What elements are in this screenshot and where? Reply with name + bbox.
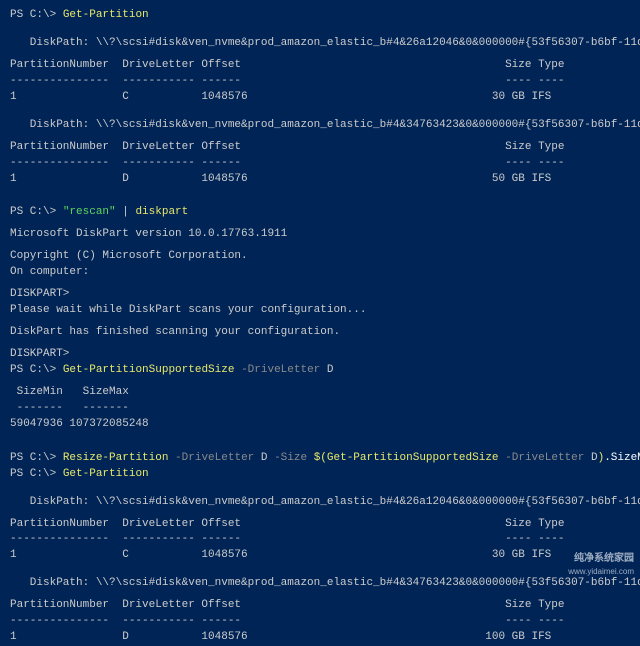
diskpath-1b: DiskPath: \\?\scsi#disk&ven_nvme&prod_am… xyxy=(10,495,630,511)
partition-row: 1 C 1048576 30 GB IFS xyxy=(10,548,630,564)
ps-prompt: PS C:\> xyxy=(10,9,56,21)
prompt-line-2: PS C:\> "rescan" | diskpart xyxy=(10,205,630,221)
diskpath-1: DiskPath: \\?\scsi#disk&ven_nvme&prod_am… xyxy=(10,36,630,52)
diskpart-copyright: Copyright (C) Microsoft Corporation. xyxy=(10,249,630,265)
diskpart-scan-done: DiskPart has finished scanning your conf… xyxy=(10,325,630,341)
diskpart-version: Microsoft DiskPart version 10.0.17763.19… xyxy=(10,227,630,243)
partition-header: PartitionNumber DriveLetter Offset Size … xyxy=(10,140,630,156)
diskpart-scan-wait: Please wait while DiskPart scans your co… xyxy=(10,303,630,319)
partition-sep: --------------- ----------- ------ ---- … xyxy=(10,614,630,630)
prompt-line-3: PS C:\> Get-PartitionSupportedSize -Driv… xyxy=(10,363,630,379)
partition-header: PartitionNumber DriveLetter Offset Size … xyxy=(10,58,630,74)
prompt-line-4: PS C:\> Resize-Partition -DriveLetter D … xyxy=(10,451,630,467)
cmd-get-partition: Get-Partition xyxy=(63,9,149,21)
diskpart-prompt: DISKPART> xyxy=(10,347,630,363)
cmd-get-partitionsupportedsize: Get-PartitionSupportedSize xyxy=(63,364,235,376)
partition-row: 1 D 1048576 50 GB IFS xyxy=(10,172,630,188)
watermark-text: 纯净系统家园 xyxy=(568,552,634,567)
watermark: 纯净系统家园 www.yidaimei.com xyxy=(568,552,634,578)
partition-sep: --------------- ----------- ------ ---- … xyxy=(10,156,630,172)
prompt-line-1: PS C:\> Get-Partition xyxy=(10,8,630,24)
size-sep: ------- ------- xyxy=(10,401,630,417)
cmd-get-partition-2: Get-Partition xyxy=(63,468,149,480)
partition-row: 1 C 1048576 30 GB IFS xyxy=(10,90,630,106)
diskpart-oncomputer: On computer: xyxy=(10,265,630,281)
partition-header: PartitionNumber DriveLetter Offset Size … xyxy=(10,598,630,614)
diskpath-2: DiskPath: \\?\scsi#disk&ven_nvme&prod_am… xyxy=(10,118,630,134)
partition-row-after: 1 D 1048576 100 GB IFS xyxy=(10,630,630,646)
diskpart-prompt: DISKPART> xyxy=(10,287,630,303)
size-row: 59047936 107372085248 xyxy=(10,417,630,433)
partition-sep: --------------- ----------- ------ ---- … xyxy=(10,532,630,548)
prompt-line-5: PS C:\> Get-Partition xyxy=(10,467,630,483)
partition-header: PartitionNumber DriveLetter Offset Size … xyxy=(10,517,630,533)
cmd-resize-partition: Resize-Partition xyxy=(63,452,169,464)
size-header: SizeMin SizeMax xyxy=(10,385,630,401)
partition-sep: --------------- ----------- ------ ---- … xyxy=(10,74,630,90)
diskpath-2b: DiskPath: \\?\scsi#disk&ven_nvme&prod_am… xyxy=(10,576,630,592)
cmd-rescan-string: "rescan" xyxy=(63,206,116,218)
cmd-diskpart: diskpart xyxy=(135,206,188,218)
watermark-url: www.yidaimei.com xyxy=(568,566,634,578)
